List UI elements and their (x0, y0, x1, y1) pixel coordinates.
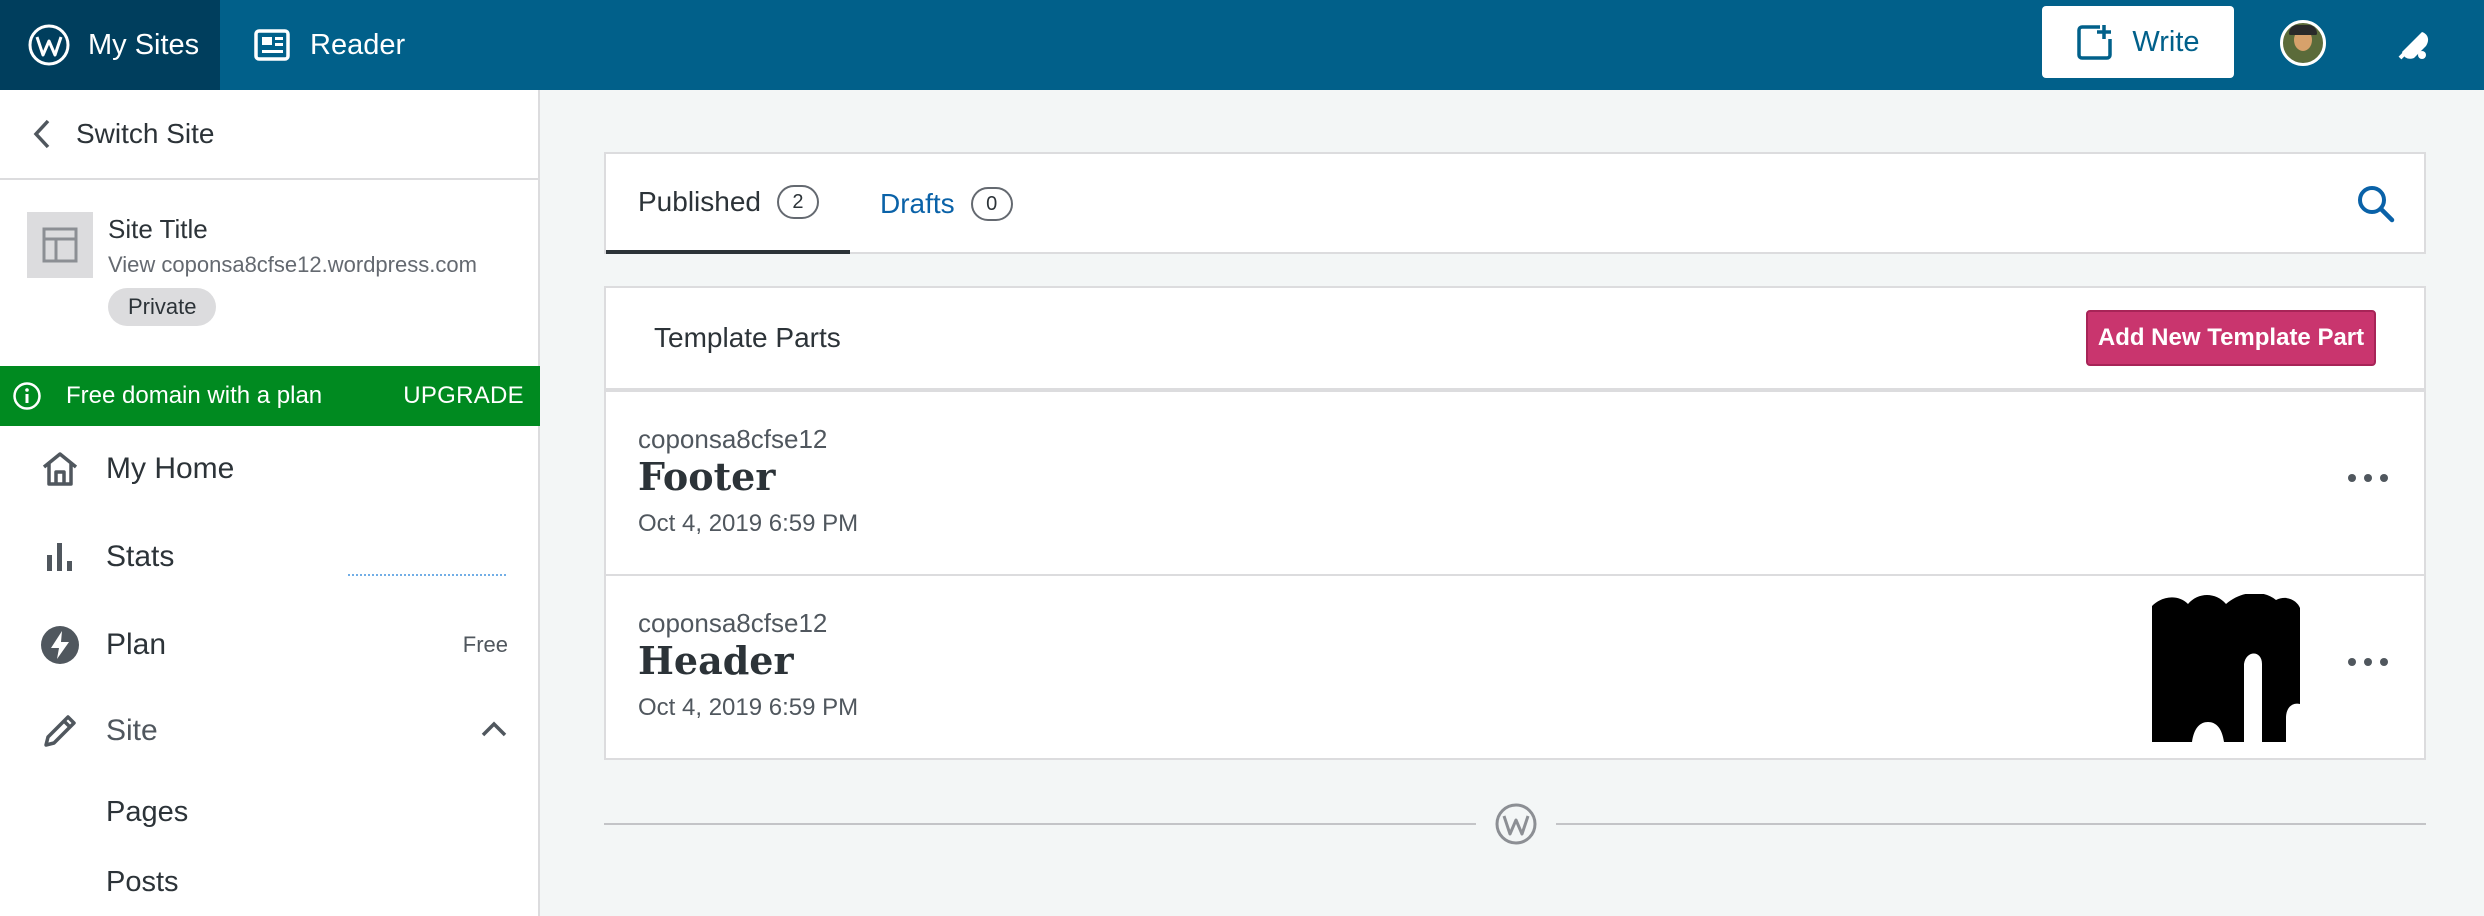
post-row[interactable]: coponsa8cfse12 Footer Oct 4, 2019 6:59 P… (604, 390, 2426, 576)
post-row[interactable]: coponsa8cfse12 Header Oct 4, 2019 6:59 P… (604, 574, 2426, 760)
post-author: coponsa8cfse12 (638, 608, 828, 638)
chevron-left-icon (33, 119, 50, 149)
wordpress-logo-icon (28, 24, 70, 66)
post-date: Oct 4, 2019 6:59 PM (638, 694, 859, 721)
pencil-icon (38, 709, 82, 753)
tab-published[interactable]: Published 2 (606, 154, 850, 254)
sidebar-item-label: Site (106, 714, 158, 747)
site-title: Site Title (108, 214, 208, 244)
sidebar: Switch Site Site Title View coponsa8cfse… (0, 90, 540, 916)
sidebar-subitem-pages[interactable]: Pages (106, 796, 188, 829)
post-title[interactable]: Header (638, 638, 793, 683)
footer-divider (1556, 823, 2426, 825)
reader-label: Reader (310, 28, 406, 61)
post-author: coponsa8cfse12 (638, 424, 828, 454)
write-label: Write (2132, 25, 2200, 58)
sidebar-item-label: Plan (106, 628, 167, 661)
post-title[interactable]: Footer (638, 454, 775, 499)
sidebar-item-plan[interactable]: Plan Free (0, 602, 540, 688)
section-title: Template Parts (654, 322, 841, 353)
masterbar: My Sites Reader Write (0, 0, 2484, 90)
sidebar-item-stats[interactable]: Stats (0, 514, 540, 600)
layout-icon (42, 227, 78, 263)
count-badge: 2 (776, 185, 819, 219)
stats-sparkline (348, 574, 506, 576)
section-header: Template Parts Add New Template Part (604, 286, 2426, 390)
search-icon[interactable] (2354, 182, 2398, 226)
switch-site-label: Switch Site (76, 118, 215, 149)
info-icon (13, 382, 41, 410)
home-icon (38, 447, 82, 491)
plan-value: Free (462, 632, 508, 657)
status-tabs: Published 2 Drafts 0 (604, 152, 2426, 254)
count-badge: 0 (970, 187, 1013, 221)
reader-button[interactable]: Reader (254, 0, 405, 90)
tab-label: Drafts (880, 188, 955, 219)
private-badge: Private (108, 288, 217, 326)
footer-divider (604, 823, 1476, 825)
sidebar-item-label: Stats (106, 540, 175, 573)
sidebar-item-site[interactable]: Site (0, 688, 540, 774)
more-actions-icon[interactable] (2348, 468, 2388, 488)
tab-label: Published (638, 186, 761, 217)
sidebar-item-label: My Home (106, 452, 235, 485)
user-avatar[interactable] (2280, 20, 2326, 66)
post-date: Oct 4, 2019 6:59 PM (638, 510, 859, 537)
avatar-hat (2289, 25, 2317, 35)
sidebar-item-my-home[interactable]: My Home (0, 426, 540, 512)
my-sites-label: My Sites (88, 28, 200, 61)
sidebar-subitem-posts[interactable]: Posts (106, 866, 179, 899)
notifications-bell-icon[interactable] (2392, 22, 2436, 66)
tab-drafts[interactable]: Drafts 0 (880, 154, 1013, 254)
site-url-link[interactable]: View coponsa8cfse12.wordpress.com (108, 252, 484, 278)
switch-site-button[interactable]: Switch Site (0, 90, 540, 180)
site-icon (27, 212, 93, 278)
upgrade-link[interactable]: UPGRADE (403, 382, 524, 410)
wordpress-logo-icon (1495, 803, 1537, 845)
reader-icon (254, 29, 290, 61)
more-actions-icon[interactable] (2348, 652, 2388, 672)
add-new-template-part-button[interactable]: Add New Template Part (2086, 310, 2376, 366)
new-post-icon (2077, 25, 2113, 60)
post-thumbnail (2152, 594, 2300, 742)
free-domain-upsell[interactable]: Free domain with a plan UPGRADE (0, 366, 540, 426)
plan-bolt-icon (38, 623, 82, 667)
my-sites-button[interactable]: My Sites (0, 0, 220, 90)
write-button[interactable]: Write (2042, 6, 2234, 78)
bar-chart-icon (38, 535, 82, 579)
upsell-text: Free domain with a plan (66, 382, 323, 409)
chevron-up-icon[interactable] (480, 718, 508, 744)
